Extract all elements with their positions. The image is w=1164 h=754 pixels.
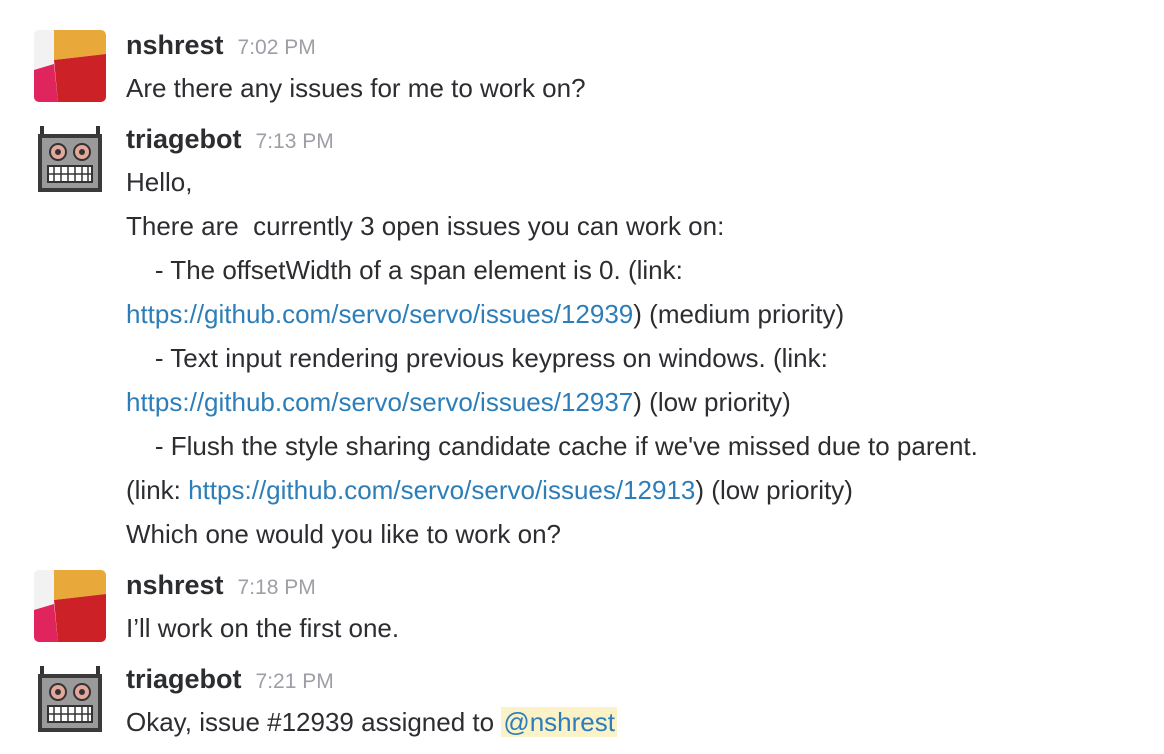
issue-link-line: https://github.com/servo/servo/issues/12… [126,292,1144,336]
message-text-line: Okay, issue #12939 assigned to @nshrest [126,700,1144,744]
robot-avatar-icon [38,126,102,192]
issue-title: - Flush the style sharing candidate cach… [126,431,978,461]
issue-link-line: https://github.com/servo/servo/issues/12… [126,380,1144,424]
issue-priority: ) (medium priority) [633,299,845,329]
message-timestamp[interactable]: 7:18 PM [238,576,316,600]
slack-default-avatar-icon [34,570,106,642]
issue-link[interactable]: https://github.com/servo/servo/issues/12… [126,387,633,417]
triagebot-avatar[interactable] [34,124,106,196]
slack-default-avatar-icon [34,30,106,102]
issue-link-prefix: (link: [126,475,189,505]
robot-avatar-icon [38,666,102,732]
message-author[interactable]: triagebot [126,124,242,155]
message-question: Which one would you like to work on? [126,519,562,549]
issue-link[interactable]: https://github.com/servo/servo/issues/12… [188,475,695,505]
message-author[interactable]: triagebot [126,664,242,695]
issue-link[interactable]: https://github.com/servo/servo/issues/12… [126,299,633,329]
issue-link-line: (link: https://github.com/servo/servo/is… [126,468,1144,512]
message-intro: There are currently 3 open issues you ca… [126,211,725,241]
message-timestamp[interactable]: 7:21 PM [256,670,334,694]
issue-title: - The offsetWidth of a span element is 0… [126,255,683,285]
issue-title: - Text input rendering previous keypress… [126,343,828,373]
issue-priority: ) (low priority) [695,475,853,505]
message-text: Are there any issues for me to work on? [126,73,586,103]
user-mention[interactable]: @nshrest [501,707,617,737]
message-text: I’ll work on the first one. [126,613,400,643]
message-timestamp[interactable]: 7:13 PM [256,130,334,154]
issue-priority: ) (low priority) [633,387,791,417]
nshrest-avatar[interactable] [34,30,106,102]
message-greeting: Hello, [126,167,193,197]
triagebot-avatar[interactable] [34,664,106,736]
message-author[interactable]: nshrest [126,570,224,601]
message-author[interactable]: nshrest [126,30,224,61]
message-text: Okay, issue #12939 assigned to [126,707,502,737]
message-timestamp[interactable]: 7:02 PM [238,36,316,60]
nshrest-avatar[interactable] [34,570,106,642]
